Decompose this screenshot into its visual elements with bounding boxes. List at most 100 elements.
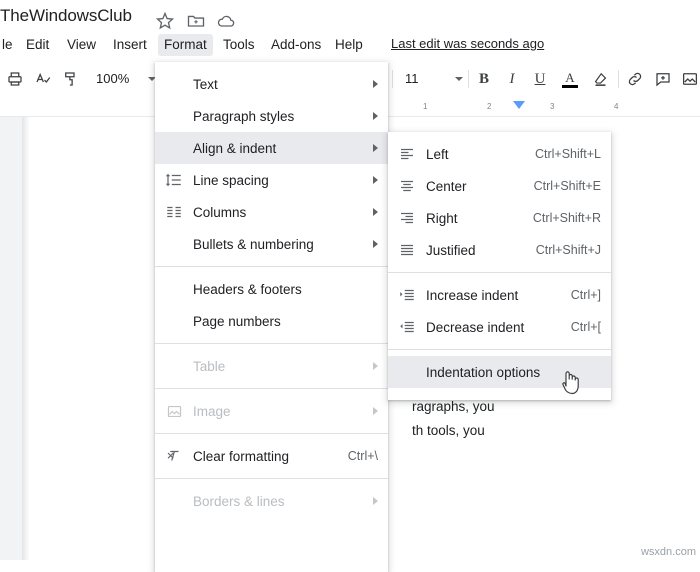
menu-item-headers-and-footers[interactable]: Headers & footers <box>155 273 388 305</box>
menu-item-label: Page numbers <box>193 313 281 329</box>
menu-format[interactable]: Format <box>158 34 213 56</box>
insert-image-icon[interactable] <box>678 65 700 93</box>
submenu-item-right[interactable]: Right Ctrl+Shift+R <box>388 202 611 234</box>
align-justify-icon <box>388 241 426 259</box>
menu-item-label: Bullets & numbering <box>193 236 314 252</box>
columns-icon <box>155 203 193 221</box>
submenu-arrow-icon <box>373 112 378 120</box>
spelling-check-icon[interactable] <box>30 65 56 93</box>
menu-item-label: Text <box>193 76 218 92</box>
menu-item-shortcut: Ctrl+\ <box>347 449 378 463</box>
ruler-band <box>426 102 700 112</box>
menu-item-page-numbers[interactable]: Page numbers <box>155 305 388 337</box>
toolbar-separator <box>392 70 393 88</box>
menu-item-label: Line spacing <box>193 172 269 188</box>
title-row: TheWindowsClub <box>0 0 700 36</box>
underline-icon[interactable]: U <box>526 65 554 93</box>
move-to-folder-icon[interactable] <box>186 11 206 31</box>
menu-item-bullets-and-numbering[interactable]: Bullets & numbering <box>155 228 388 260</box>
increase-indent-icon <box>388 286 426 304</box>
submenu-item-increase-indent[interactable]: Increase indent Ctrl+] <box>388 279 611 311</box>
submenu-item-left[interactable]: Left Ctrl+Shift+L <box>388 138 611 170</box>
document-line: th tools, you <box>412 423 485 438</box>
submenu-item-justified[interactable]: Justified Ctrl+Shift+J <box>388 234 611 266</box>
submenu-item-shortcut: Ctrl+Shift+R <box>532 211 601 225</box>
text-color-icon[interactable]: A <box>556 65 584 93</box>
italic-icon[interactable]: I <box>498 65 526 93</box>
document-title[interactable]: TheWindowsClub <box>0 6 132 26</box>
ruler-tick: 4 <box>614 102 619 111</box>
menu-item-label: Headers & footers <box>193 281 302 297</box>
font-size-chevron-down-icon[interactable] <box>452 65 466 93</box>
clear-formatting-icon <box>155 447 193 465</box>
submenu-item-center[interactable]: Center Ctrl+Shift+E <box>388 170 611 202</box>
submenu-item-shortcut: Ctrl+[ <box>570 320 601 334</box>
corner-watermark: wsxdn.com <box>640 546 696 558</box>
menu-view[interactable]: View <box>61 34 102 56</box>
menu-item-align-and-indent[interactable]: Align & indent <box>155 132 388 164</box>
submenu-arrow-icon <box>373 144 378 152</box>
insert-link-icon[interactable] <box>622 65 648 93</box>
line-spacing-icon <box>155 171 193 189</box>
page-shadow <box>22 117 30 560</box>
submenu-item-shortcut: Ctrl+] <box>570 288 601 302</box>
menu-edit[interactable]: Edit <box>20 34 55 56</box>
submenu-arrow-icon <box>373 362 378 370</box>
menu-item-image[interactable]: Image <box>155 395 388 427</box>
menu-item-columns[interactable]: Columns <box>155 196 388 228</box>
highlight-color-icon[interactable] <box>586 65 614 93</box>
menu-separator <box>155 388 388 389</box>
submenu-item-label: Justified <box>426 242 476 258</box>
format-menu[interactable]: Text Paragraph styles Align & indent Lin… <box>155 62 388 572</box>
menu-item-label: Columns <box>193 204 247 220</box>
menu-file[interactable]: le <box>0 34 19 56</box>
menu-item-clear-formatting[interactable]: Clear formatting Ctrl+\ <box>155 440 388 472</box>
submenu-item-decrease-indent[interactable]: Decrease indent Ctrl+[ <box>388 311 611 343</box>
menu-item-text[interactable]: Text <box>155 68 388 100</box>
menu-addons[interactable]: Add-ons <box>265 34 327 56</box>
indent-marker-icon[interactable] <box>513 101 525 109</box>
bold-icon[interactable]: B <box>470 65 498 93</box>
submenu-arrow-icon <box>373 176 378 184</box>
menu-item-line-spacing[interactable]: Line spacing <box>155 164 388 196</box>
cloud-saved-icon[interactable] <box>216 11 236 31</box>
menu-help[interactable]: Help <box>329 34 369 56</box>
menu-bar: le Edit View Insert Format Tools Add-ons… <box>0 34 700 60</box>
submenu-arrow-icon <box>373 208 378 216</box>
menu-item-borders-and-lines[interactable]: Borders & lines <box>155 485 388 517</box>
print-icon[interactable] <box>2 65 28 93</box>
submenu-arrow-icon <box>373 240 378 248</box>
align-center-icon <box>388 177 426 195</box>
submenu-item-shortcut: Ctrl+Shift+L <box>534 147 601 161</box>
ruler-tick: 3 <box>550 102 555 111</box>
ruler-tick: 2 <box>487 102 492 111</box>
font-size-value[interactable]: 11 <box>405 71 419 86</box>
menu-separator <box>155 266 388 267</box>
submenu-arrow-icon <box>373 497 378 505</box>
image-icon <box>155 403 193 420</box>
zoom-level[interactable]: 100% <box>96 71 129 86</box>
menu-tools[interactable]: Tools <box>217 34 261 56</box>
align-left-icon <box>388 145 426 163</box>
menu-item-label: Borders & lines <box>193 493 285 509</box>
submenu-item-label: Left <box>426 146 449 162</box>
menu-separator <box>155 478 388 479</box>
star-icon[interactable] <box>155 11 175 31</box>
paint-format-icon[interactable] <box>58 65 84 93</box>
menu-item-paragraph-styles[interactable]: Paragraph styles <box>155 100 388 132</box>
menu-item-table[interactable]: Table <box>155 350 388 382</box>
align-and-indent-submenu[interactable]: Left Ctrl+Shift+L Center Ctrl+Shift+E Ri… <box>388 132 611 400</box>
submenu-separator <box>388 349 611 350</box>
submenu-item-label: Right <box>426 210 458 226</box>
add-comment-icon[interactable] <box>650 65 676 93</box>
menu-item-label: Image <box>193 403 231 419</box>
submenu-item-label: Center <box>426 178 467 194</box>
submenu-item-label: Increase indent <box>426 287 519 303</box>
menu-item-label: Clear formatting <box>193 448 290 464</box>
menu-insert[interactable]: Insert <box>107 34 153 56</box>
align-right-icon <box>388 209 426 227</box>
last-edit-status[interactable]: Last edit was seconds ago <box>391 36 544 51</box>
submenu-item-shortcut: Ctrl+Shift+E <box>533 179 601 193</box>
menu-item-label: Align & indent <box>193 140 277 156</box>
toolbar-separator <box>618 70 619 88</box>
